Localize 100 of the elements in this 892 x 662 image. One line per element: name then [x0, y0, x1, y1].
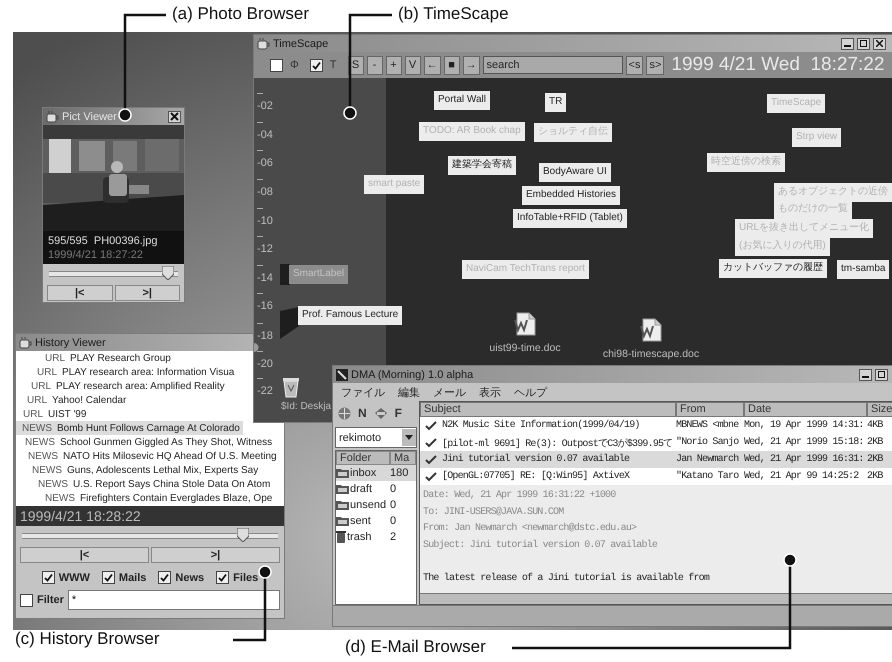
window-title: TimeScape — [273, 38, 328, 50]
timeline-note[interactable]: Embedded Histories — [522, 186, 620, 204]
account-dropdown[interactable]: rekimoto — [335, 427, 417, 448]
checkbox[interactable] — [310, 58, 323, 72]
column-header[interactable]: Folder — [336, 451, 390, 465]
toolbar-button[interactable]: F — [394, 406, 402, 420]
checkbox-label: WWW — [58, 572, 90, 584]
folder-item[interactable]: sent 0 — [336, 513, 416, 529]
checkbox[interactable] — [102, 571, 115, 584]
timeline-note[interactable]: InfoTable+RFID (Tablet) — [513, 209, 627, 228]
timeline-note[interactable]: 建築学会寄稿 — [448, 156, 516, 174]
maximize-icon — [860, 40, 867, 47]
message-row[interactable]: [OpenGL:07705] RE: [Q:Win95] AxtiveX "Katano Taro Wed, 21 Apr 99 14:25:2 2KB — [420, 468, 892, 485]
history-entry[interactable]: URL PLAY Research Group — [16, 351, 174, 365]
checkbox[interactable] — [158, 571, 172, 584]
history-entry[interactable]: NEWS Firefighters Contain Everglades Blaze, Ope — [16, 491, 276, 505]
toolbar-button[interactable]: N — [358, 406, 367, 420]
minimize-button[interactable] — [859, 368, 872, 380]
timeline-note[interactable]: TR — [545, 93, 566, 112]
folder-item[interactable]: unsend 0 — [336, 497, 416, 513]
column-header[interactable]: Subject — [420, 402, 676, 417]
filter-field[interactable]: * — [68, 590, 280, 610]
previous-match-button[interactable]: <s — [626, 56, 644, 74]
toolbar-button[interactable]: V — [404, 56, 421, 74]
menu-item[interactable]: ファイル — [341, 384, 385, 400]
menu-item[interactable]: ヘルプ — [514, 384, 547, 400]
history-entry[interactable]: URL UIST '99 — [16, 407, 90, 421]
document-icon[interactable] — [640, 318, 662, 342]
timeline-note[interactable]: tm-samba — [837, 260, 890, 278]
maximize-button[interactable] — [857, 38, 870, 50]
close-icon — [170, 112, 179, 121]
ruler-label: -22 — [257, 385, 273, 397]
toolbar-button[interactable]: ← — [424, 56, 441, 74]
ruler-label: -10 — [257, 215, 273, 227]
timeline-note[interactable]: Prof. Famous Lecture — [298, 306, 402, 324]
close-button[interactable] — [168, 110, 181, 122]
folder-item[interactable]: draft 0 — [336, 481, 416, 497]
nav-button[interactable]: |< — [20, 547, 149, 563]
menu-item[interactable]: 表示 — [479, 384, 501, 400]
trash-can-icon — [336, 531, 346, 543]
history-entry[interactable]: NEWS Bomb Hunt Follows Carnage At Colorado — [16, 421, 243, 435]
ruler-label: -16 — [257, 300, 273, 312]
history-entry[interactable]: URL PLAY research area: Information Visua — [16, 365, 238, 379]
search-field[interactable]: search — [482, 56, 623, 74]
checkbox[interactable] — [42, 571, 55, 584]
timeline-note[interactable]: Portal Wall — [434, 91, 490, 110]
toolbar-button[interactable]: + — [386, 56, 402, 74]
document-icon[interactable] — [514, 312, 536, 336]
history-entry[interactable]: URL Yahoo! Calendar — [16, 393, 130, 407]
folder-item[interactable]: trash 2 — [336, 529, 416, 545]
message-row[interactable]: Jini tutorial version 0.07 available Jan Newmarch Wed, 21 Apr 1999 16:31: 2KB — [420, 451, 892, 468]
nav-button[interactable]: >| — [114, 285, 180, 301]
dropdown-arrow-icon — [405, 435, 413, 440]
next-match-button[interactable]: s> — [646, 56, 664, 74]
toolbar-button[interactable]: ■ — [444, 56, 460, 74]
callout-label: (b) TimeScape — [398, 4, 509, 24]
slider-thumb[interactable] — [236, 528, 249, 542]
horizontal-scrollbar[interactable] — [420, 593, 892, 604]
timeline-note[interactable]: カットバッファの履歴 — [719, 259, 827, 278]
maximize-button[interactable] — [875, 368, 888, 380]
toolbar-button[interactable]: - — [366, 56, 383, 74]
maximize-icon — [878, 371, 885, 378]
column-header[interactable]: Date — [744, 402, 867, 417]
slider-thumb[interactable] — [162, 266, 174, 280]
file-name: uist99-time.doc — [489, 342, 561, 354]
recycle-bin-icon[interactable] — [281, 376, 301, 398]
minimize-button[interactable] — [841, 38, 854, 50]
close-button[interactable] — [873, 38, 886, 50]
ruler-label: -18 — [257, 330, 273, 342]
globe-icon[interactable] — [338, 406, 351, 420]
checkbox-label: Files — [233, 572, 258, 584]
timeline-note[interactable]: BodyAware UI — [539, 163, 611, 182]
column-header[interactable]: Ma — [390, 451, 416, 465]
mail-body-text: The latest release of a Jini tutorial is available from — [423, 572, 710, 586]
checkbox[interactable] — [270, 58, 283, 72]
photo-timestamp: 1999/4/21 18:27:22 — [48, 249, 144, 261]
app-icon — [19, 336, 32, 348]
history-entry[interactable]: NEWS U.S. Report Says China Stole Data On Atom — [16, 477, 274, 491]
ruler-label: -14 — [257, 272, 273, 284]
history-entry[interactable]: NEWS Guns, Adolescents Lethal Mix, Experts Say — [16, 463, 262, 477]
toolbar-button[interactable]: → — [462, 56, 480, 74]
history-entry[interactable]: URL PLAY research area: Amplified Reality — [16, 379, 228, 393]
menu-item[interactable]: メール — [433, 384, 466, 400]
message-row[interactable]: [pilot-ml 9691] Re(3): OutpostでC3が$399.95て "Norio Sanjo Wed, 21 Apr 1999 15:18: 2KB — [420, 434, 892, 451]
history-time: 1999/4/21 18:28:22 — [16, 506, 284, 526]
history-entry[interactable]: NEWS NATO Hits Milosevic HQ Ahead Of U.S. Meeting — [16, 449, 280, 463]
folder-item[interactable]: inbox 180 — [336, 465, 416, 481]
nav-button[interactable]: |< — [47, 285, 112, 301]
checkbox[interactable] — [20, 594, 33, 606]
callout-label: (c) History Browser — [15, 629, 160, 649]
column-header[interactable]: From — [676, 402, 744, 417]
menu-item[interactable]: 編集 — [398, 384, 420, 400]
nav-button[interactable]: >| — [151, 547, 280, 563]
mail-header-line: To: JINI-USERS@JAVA.SUN.COM — [423, 506, 565, 520]
app-icon — [336, 368, 348, 380]
message-row[interactable]: N2K Music Site Information(1999/04/19) MBNEWS <mbne Mon, 19 Apr 1999 14:31: 4KB — [420, 417, 892, 434]
checkbox-label: News — [175, 572, 204, 584]
checkbox[interactable] — [216, 571, 230, 584]
history-entry[interactable]: NEWS School Gunmen Giggled As They Shot, Witness — [16, 435, 276, 449]
column-header[interactable]: Size — [867, 402, 892, 417]
